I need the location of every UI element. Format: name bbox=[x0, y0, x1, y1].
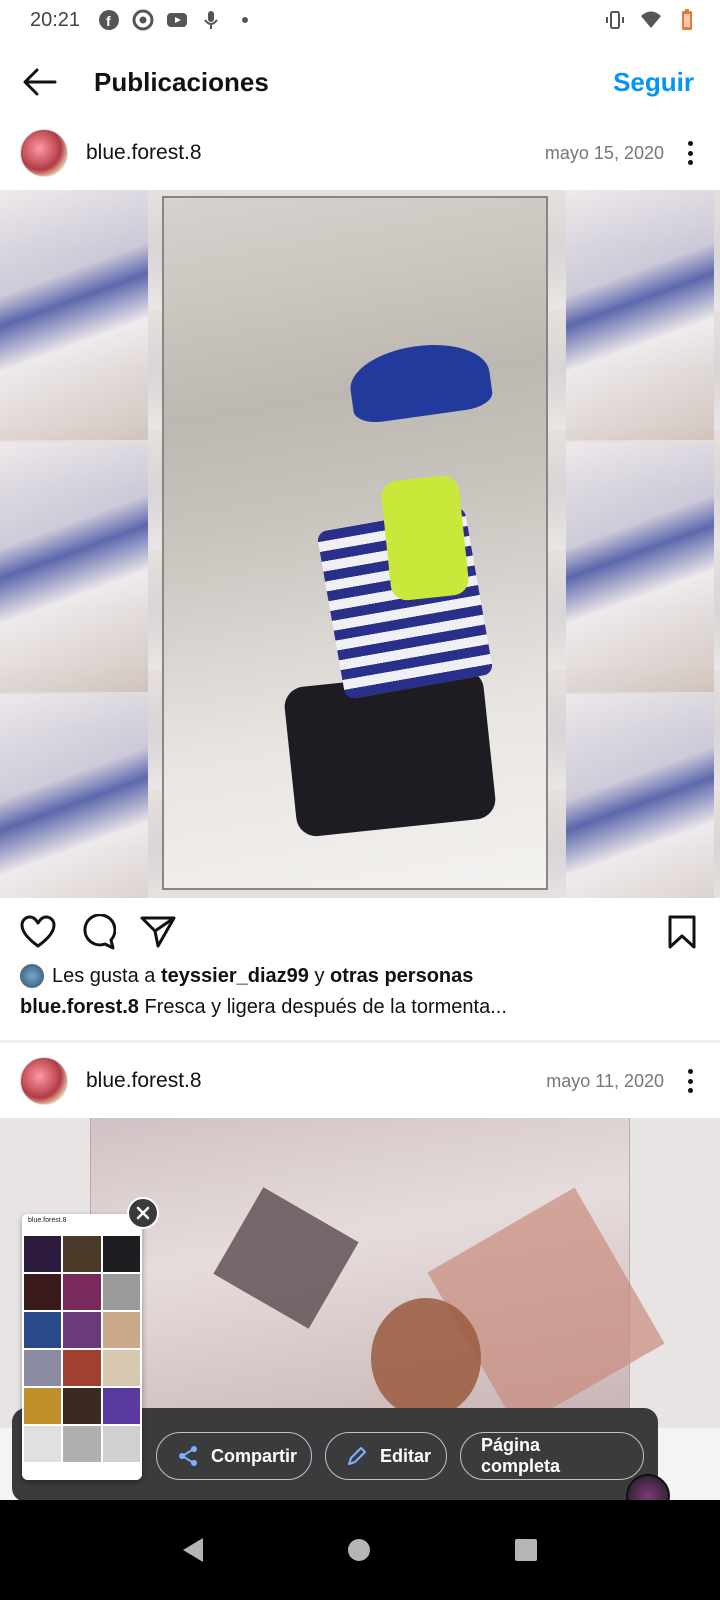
dot-icon bbox=[242, 17, 249, 23]
back-button[interactable] bbox=[20, 62, 60, 102]
like-button[interactable] bbox=[20, 914, 56, 950]
facebook-icon: f bbox=[99, 10, 120, 30]
avatar bbox=[20, 964, 44, 988]
share-label: Compartir bbox=[211, 1445, 298, 1466]
background-tile bbox=[566, 190, 714, 440]
status-time: 20:21 bbox=[30, 8, 81, 31]
mic-icon bbox=[204, 11, 218, 29]
photo-detail bbox=[379, 474, 471, 602]
thumbnail-footer bbox=[22, 1466, 142, 1480]
wifi-icon bbox=[641, 11, 661, 28]
divider bbox=[0, 1040, 720, 1043]
avatar[interactable] bbox=[20, 129, 68, 177]
status-right-icons bbox=[604, 9, 698, 31]
post-date: mayo 11, 2020 bbox=[546, 1070, 664, 1091]
caption-username[interactable]: blue.forest.8 bbox=[20, 996, 139, 1018]
page-title: Publicaciones bbox=[94, 66, 269, 97]
vibrate-icon bbox=[606, 11, 624, 29]
likes-prefix: Les gusta a bbox=[52, 964, 156, 987]
share-button[interactable] bbox=[140, 914, 176, 950]
battery-icon bbox=[682, 9, 692, 30]
screenshot-thumbnail[interactable]: blue.forest.8 bbox=[22, 1214, 142, 1480]
likes-joiner: y bbox=[314, 964, 325, 987]
background-tile bbox=[0, 694, 148, 898]
close-screenshot-button[interactable] bbox=[127, 1197, 159, 1229]
arrow-left-icon bbox=[23, 68, 57, 96]
more-options-button[interactable] bbox=[680, 1066, 700, 1096]
photo-detail bbox=[213, 1187, 359, 1329]
comment-button[interactable] bbox=[80, 914, 116, 950]
post-image[interactable] bbox=[0, 190, 720, 898]
post-caption: blue.forest.8 Fresca y ligera después de… bbox=[20, 996, 507, 1019]
room-photo bbox=[90, 1118, 665, 1428]
pencil-icon bbox=[348, 1447, 366, 1465]
photo-detail bbox=[282, 667, 498, 839]
share-icon bbox=[179, 1446, 197, 1466]
background-tile bbox=[0, 442, 148, 692]
post-username[interactable]: blue.forest.8 bbox=[86, 141, 202, 165]
edit-screenshot-button[interactable]: Editar bbox=[325, 1432, 447, 1480]
likes-others[interactable]: otras personas bbox=[330, 965, 473, 988]
background-tile bbox=[0, 190, 148, 440]
caption-text: Fresca y ligera después de la tormenta..… bbox=[144, 996, 507, 1018]
full-page-label: Página completa bbox=[481, 1435, 561, 1476]
nav-recents-icon[interactable] bbox=[515, 1539, 538, 1561]
photo-detail bbox=[371, 1298, 481, 1418]
save-button[interactable] bbox=[664, 914, 700, 950]
close-icon bbox=[136, 1206, 150, 1220]
send-icon bbox=[140, 916, 176, 948]
share-screenshot-button[interactable]: Compartir bbox=[156, 1432, 312, 1480]
post-actions bbox=[0, 904, 720, 960]
nav-home-icon[interactable] bbox=[347, 1539, 370, 1561]
thumbnail-grid bbox=[22, 1236, 142, 1462]
selfie-photo bbox=[162, 196, 548, 890]
comment-icon bbox=[83, 914, 116, 950]
top-bar: Publicaciones Seguir bbox=[0, 50, 720, 114]
status-bar: 20:21 f bbox=[0, 0, 720, 40]
likes-summary[interactable]: Les gusta a teyssier_diaz99 y otras pers… bbox=[20, 964, 473, 988]
nav-back-icon[interactable] bbox=[182, 1538, 203, 1562]
post-header: blue.forest.8 mayo 15, 2020 bbox=[0, 120, 720, 186]
post-date: mayo 15, 2020 bbox=[544, 142, 664, 163]
post-header: blue.forest.8 mayo 11, 2020 bbox=[0, 1048, 720, 1114]
liker-username[interactable]: teyssier_diaz99 bbox=[161, 965, 309, 988]
photo-detail bbox=[345, 336, 495, 426]
youtube-icon bbox=[167, 13, 188, 27]
bookmark-icon bbox=[668, 915, 696, 949]
system-navigation-bar bbox=[0, 1500, 720, 1600]
avatar[interactable] bbox=[20, 1057, 68, 1105]
background-tile bbox=[566, 442, 714, 692]
chrome-icon bbox=[132, 9, 154, 31]
status-left-icons: f bbox=[98, 9, 256, 31]
edit-label: Editar bbox=[380, 1445, 432, 1466]
post-username[interactable]: blue.forest.8 bbox=[86, 1069, 202, 1093]
background-tile bbox=[566, 694, 714, 898]
full-page-button[interactable]: Página completa bbox=[460, 1432, 644, 1480]
more-options-button[interactable] bbox=[680, 138, 700, 168]
heart-icon bbox=[20, 915, 56, 948]
svg-text:f: f bbox=[106, 13, 111, 29]
follow-button[interactable]: Seguir bbox=[613, 67, 694, 98]
thumbnail-header: blue.forest.8 bbox=[22, 1214, 142, 1236]
